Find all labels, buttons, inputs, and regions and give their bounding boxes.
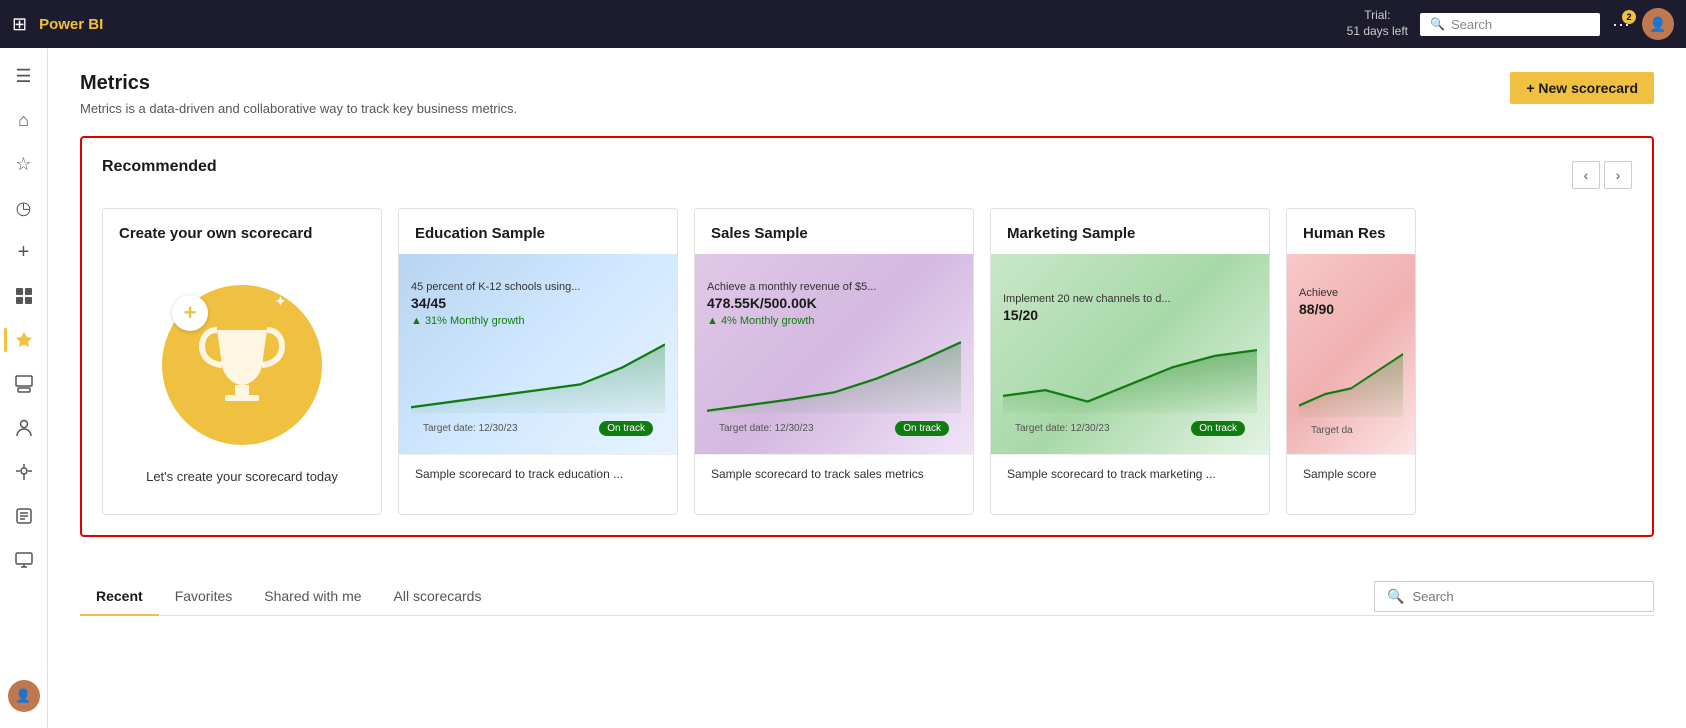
human-res-card-title: Human Res (1303, 225, 1399, 242)
tab-shared-with-me[interactable]: Shared with me (248, 578, 377, 616)
next-arrow-button[interactable]: › (1604, 161, 1632, 189)
create-card-title: Create your own scorecard (119, 225, 365, 242)
education-visual: 45 percent of K-12 schools using... 34/4… (399, 254, 677, 454)
education-mini-chart (411, 333, 665, 413)
create-card-desc: Let's create your scorecard today (146, 469, 338, 484)
sales-sample-card[interactable]: Sales Sample Achieve a monthly revenue o… (694, 208, 974, 515)
human-card-footer: Target da (1299, 417, 1403, 444)
education-card-title: Education Sample (415, 225, 661, 242)
search-icon: 🔍 (1430, 17, 1445, 31)
plus-icon: + (172, 295, 208, 331)
human-target-date: Target da (1311, 425, 1353, 436)
marketing-sample-card[interactable]: Marketing Sample Implement 20 new channe… (990, 208, 1270, 515)
prev-arrow-button[interactable]: ‹ (1572, 161, 1600, 189)
sales-status-badge: On track (895, 421, 949, 436)
sidebar-item-recents[interactable]: ◷ (4, 188, 44, 228)
tabs-row: Recent Favorites Shared with me All scor… (80, 577, 1654, 616)
education-card-footer: Target date: 12/30/23 On track (411, 413, 665, 444)
sales-metric-value: 478.55K/500.00K (707, 295, 961, 311)
app-logo: Power BI (39, 16, 103, 33)
notifications-button[interactable]: ··· 2 (1612, 14, 1630, 35)
sidebar-item-apps[interactable] (4, 276, 44, 316)
page-subtitle: Metrics is a data-driven and collaborati… (80, 101, 517, 116)
human-metric-value: 88/90 (1299, 301, 1403, 317)
marketing-status-badge: On track (1191, 421, 1245, 436)
human-res-sample-card[interactable]: Human Res Achieve 88/90 (1286, 208, 1416, 515)
sales-card-title: Sales Sample (711, 225, 957, 242)
main-content: Metrics Metrics is a data-driven and col… (48, 48, 1686, 728)
sales-metric-growth: ▲ 4% Monthly growth (707, 315, 961, 327)
sales-visual: Achieve a monthly revenue of $5... 478.5… (695, 254, 973, 454)
sparkles-icon: ✦ ✦ (275, 293, 302, 310)
sidebar-item-home[interactable]: ⌂ (4, 100, 44, 140)
sidebar-item-favorites[interactable]: ☆ (4, 144, 44, 184)
human-mini-chart (1299, 337, 1403, 417)
bottom-section: Recent Favorites Shared with me All scor… (80, 561, 1654, 616)
topnav: ⊞ Power BI Trial: 51 days left 🔍 Search … (0, 0, 1686, 48)
education-metric-growth: ▲ 31% Monthly growth (411, 315, 665, 327)
tab-favorites[interactable]: Favorites (159, 578, 249, 616)
sidebar-item-create[interactable]: + (4, 232, 44, 272)
sidebar-item-learn[interactable] (4, 496, 44, 536)
page-header: Metrics Metrics is a data-driven and col… (80, 72, 1654, 116)
marketing-card-footer: Target date: 12/30/23 On track (1003, 413, 1257, 444)
recommended-header: Recommended ‹ › (102, 158, 1632, 192)
marketing-card-desc: Sample scorecard to track marketing ... (991, 454, 1269, 493)
recommended-section: Recommended ‹ › Create your own scorecar… (80, 136, 1654, 537)
trial-info: Trial: 51 days left (1347, 8, 1408, 39)
create-card-body: + ✦ ✦ Let's create your scoreca (103, 254, 381, 514)
sidebar-item-menu[interactable]: ☰ (4, 56, 44, 96)
grid-icon[interactable]: ⊞ (12, 14, 27, 35)
sidebar-item-screen[interactable] (4, 540, 44, 580)
sales-card-footer: Target date: 12/30/23 On track (707, 413, 961, 444)
sidebar-item-metrics[interactable] (4, 320, 44, 360)
education-target-date: Target date: 12/30/23 (423, 423, 518, 434)
human-res-visual: Achieve 88/90 Target da (1287, 254, 1415, 454)
education-metric-value: 34/45 (411, 295, 665, 311)
marketing-target-date: Target date: 12/30/23 (1015, 423, 1110, 434)
sales-mini-chart (707, 333, 961, 413)
human-card-desc: Sample score (1287, 454, 1415, 493)
bottom-search-input[interactable] (1412, 589, 1641, 604)
bottom-search-box[interactable]: 🔍 (1374, 581, 1654, 612)
sidebar: ☰ ⌂ ☆ ◷ + 👤 (0, 48, 48, 728)
cards-container: Create your own scorecard + ✦ ✦ (102, 208, 1632, 515)
page-title: Metrics (80, 72, 517, 95)
tab-recent[interactable]: Recent (80, 578, 159, 616)
marketing-metric-value: 15/20 (1003, 307, 1257, 323)
tab-all-scorecards[interactable]: All scorecards (378, 578, 498, 616)
page-info: Metrics Metrics is a data-driven and col… (80, 72, 517, 116)
education-status-badge: On track (599, 421, 653, 436)
sidebar-item-people[interactable] (4, 408, 44, 448)
bottom-search-icon: 🔍 (1387, 588, 1404, 605)
sidebar-item-deploy[interactable] (4, 452, 44, 492)
education-metric-title: 45 percent of K-12 schools using... (411, 281, 665, 293)
carousel-nav: ‹ › (1572, 161, 1632, 189)
user-avatar[interactable]: 👤 (1642, 8, 1674, 40)
sales-metric-title: Achieve a monthly revenue of $5... (707, 281, 961, 293)
sidebar-item-workspace[interactable] (4, 364, 44, 404)
recommended-title: Recommended (102, 158, 217, 176)
marketing-visual: Implement 20 new channels to d... 15/20 (991, 254, 1269, 454)
trophy-circle: + ✦ ✦ (162, 285, 322, 445)
education-sample-card[interactable]: Education Sample 45 percent of K-12 scho… (398, 208, 678, 515)
global-search[interactable]: 🔍 Search (1420, 13, 1600, 36)
new-scorecard-button[interactable]: + New scorecard (1510, 72, 1654, 104)
notification-badge: 2 (1622, 10, 1636, 24)
sidebar-user-avatar[interactable]: 👤 (8, 680, 40, 712)
tabs-list: Recent Favorites Shared with me All scor… (80, 577, 497, 615)
education-card-desc: Sample scorecard to track education ... (399, 454, 677, 493)
marketing-card-title: Marketing Sample (1007, 225, 1253, 242)
human-metric-title: Achieve (1299, 287, 1403, 299)
marketing-mini-chart (1003, 333, 1257, 413)
marketing-metric-title: Implement 20 new channels to d... (1003, 293, 1257, 305)
create-scorecard-card[interactable]: Create your own scorecard + ✦ ✦ (102, 208, 382, 515)
trophy-icon (197, 320, 287, 410)
sales-target-date: Target date: 12/30/23 (719, 423, 814, 434)
sales-card-desc: Sample scorecard to track sales metrics (695, 454, 973, 493)
